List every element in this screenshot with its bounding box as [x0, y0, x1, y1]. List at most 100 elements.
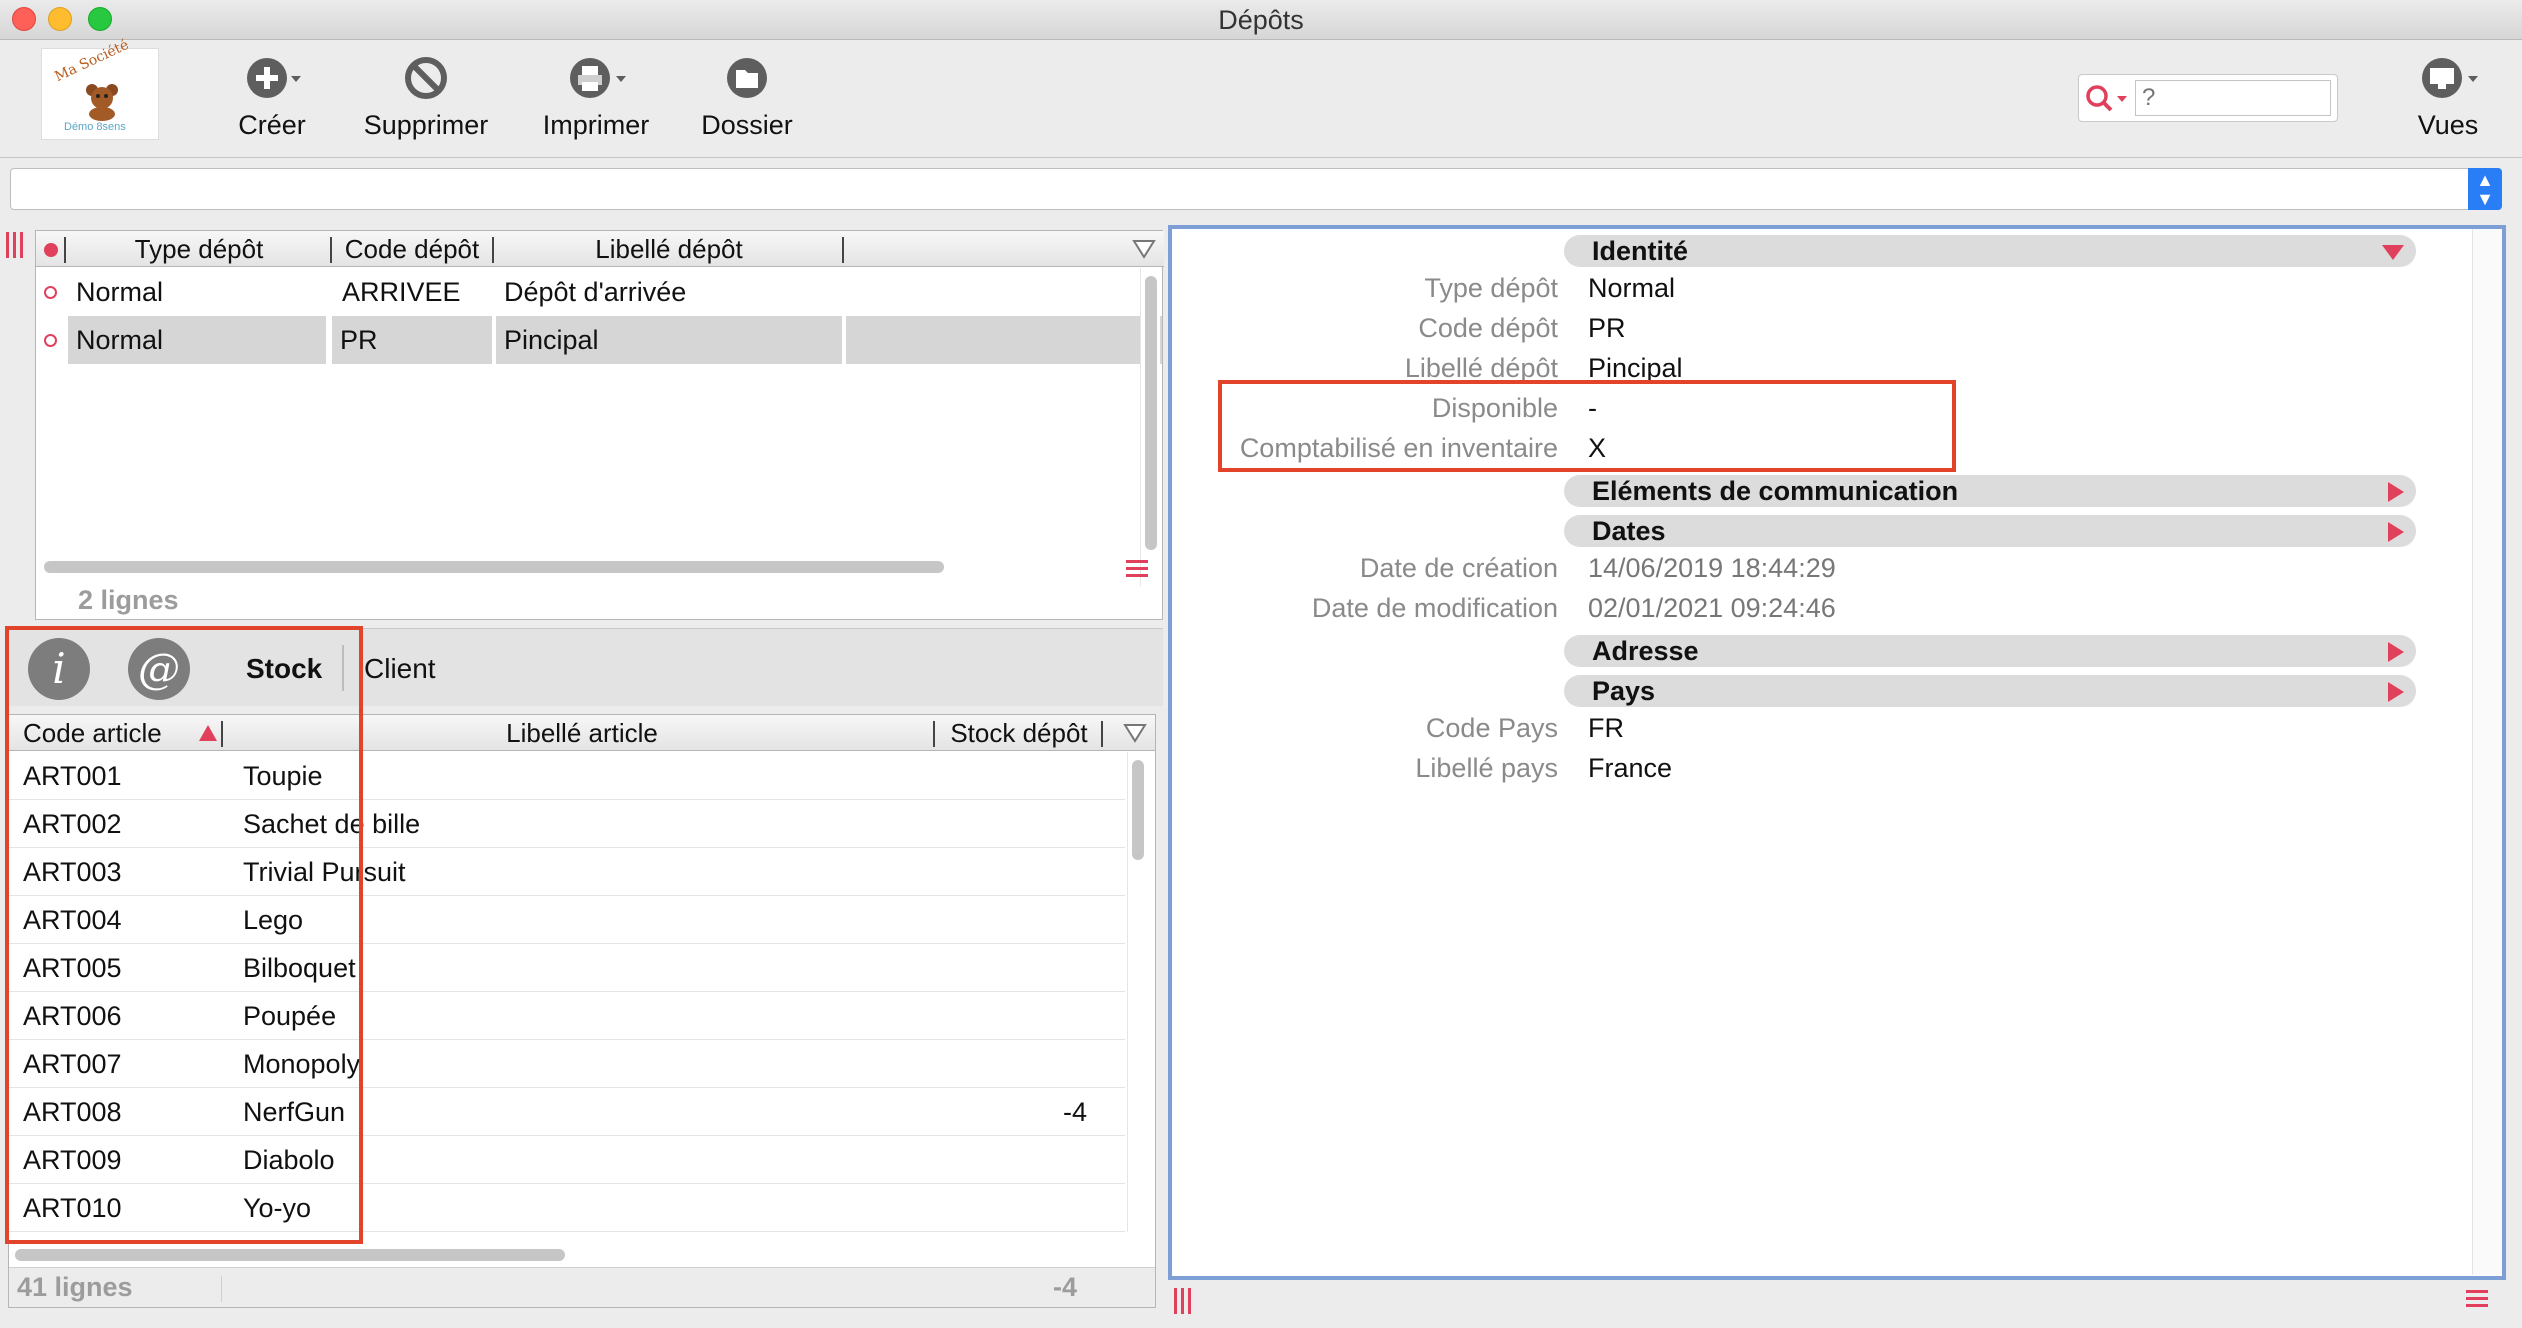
- delete-button[interactable]: Supprimer: [356, 48, 496, 141]
- create-button[interactable]: Créer: [230, 48, 314, 141]
- table-row[interactable]: ART004 Lego: [9, 896, 1125, 944]
- articles-footer: 41 lignes -4: [9, 1267, 1155, 1307]
- window-title: Dépôts: [1218, 5, 1304, 35]
- combo-stepper-icon[interactable]: ▲ ▼: [2468, 168, 2502, 210]
- at-sign-icon[interactable]: @: [128, 638, 190, 700]
- detail-scrollbar[interactable]: [2472, 229, 2502, 1275]
- expand-triangle-icon[interactable]: [2388, 682, 2404, 702]
- scroll-thumb[interactable]: [1145, 276, 1157, 550]
- row-code-article: ART003: [23, 857, 122, 887]
- filter-combo[interactable]: ▲ ▼: [10, 168, 2502, 210]
- column-menu-icon[interactable]: [1132, 239, 1156, 259]
- vertical-scrollbar[interactable]: [1127, 752, 1147, 1232]
- row-code: ARRIVEE: [342, 277, 461, 307]
- column-libelle-article[interactable]: Libellé article: [225, 715, 939, 751]
- field-label: Libellé pays: [1415, 753, 1558, 783]
- sort-ascending-icon: [199, 725, 217, 741]
- field-disponible[interactable]: -: [1588, 393, 1597, 424]
- table-row[interactable]: ART009 Diabolo: [9, 1136, 1125, 1184]
- row-libelle-article: Poupée: [243, 1001, 337, 1031]
- depots-row-count: 2 lignes: [78, 585, 179, 615]
- detail-pane-handle[interactable]: [1174, 1288, 1195, 1319]
- table-row[interactable]: ART008 NerfGun -4: [9, 1088, 1125, 1136]
- scroll-thumb[interactable]: [1132, 760, 1144, 860]
- tab-divider: [342, 645, 344, 691]
- row-stock-depot: [937, 752, 1101, 800]
- detail-menu-icon[interactable]: [2466, 1290, 2488, 1311]
- table-row[interactable]: ART007 Monopoly: [9, 1040, 1125, 1088]
- field-label: Type dépôt: [1424, 273, 1558, 303]
- horizontal-scrollbar[interactable]: [15, 1249, 565, 1261]
- column-code-article[interactable]: Code article: [15, 715, 205, 751]
- expand-triangle-icon[interactable]: [2388, 642, 2404, 662]
- print-button[interactable]: Imprimer: [536, 48, 656, 141]
- field-libelle-depot[interactable]: Pincipal: [1588, 353, 1683, 384]
- section-title: Eléments de communication: [1592, 476, 1959, 506]
- field-libelle-pays[interactable]: France: [1588, 753, 1672, 784]
- search-input[interactable]: [2135, 80, 2331, 116]
- create-label: Créer: [238, 110, 306, 140]
- section-identite[interactable]: Identité: [1564, 235, 2416, 267]
- table-row[interactable]: ART002 Sachet de bille: [9, 800, 1125, 848]
- tab-stock[interactable]: Stock: [246, 653, 322, 685]
- articles-table-header: Code article Libellé article Stock dépôt: [9, 715, 1155, 751]
- column-libelle-depot[interactable]: Libellé dépôt: [496, 231, 842, 267]
- field-label: Date de création: [1359, 553, 1558, 583]
- search-icon[interactable]: [2083, 83, 2131, 115]
- row-code-article: ART001: [23, 761, 122, 791]
- status-dot-icon: [44, 243, 58, 257]
- field-code-depot[interactable]: PR: [1588, 313, 1626, 344]
- views-button[interactable]: Vues: [2410, 48, 2486, 141]
- collapse-triangle-icon[interactable]: [2382, 245, 2404, 260]
- column-code-depot[interactable]: Code dépôt: [334, 231, 490, 267]
- folder-button[interactable]: Dossier: [698, 48, 796, 141]
- row-code-article: ART009: [23, 1145, 122, 1175]
- table-row[interactable]: ART010 Yo-yo: [9, 1184, 1125, 1232]
- column-menu-icon[interactable]: [1123, 723, 1147, 743]
- list-menu-icon[interactable]: [1126, 560, 1148, 581]
- section-adresse[interactable]: Adresse: [1564, 635, 2416, 667]
- row-code-article: ART006: [23, 1001, 122, 1031]
- table-row[interactable]: ART001 Toupie: [9, 752, 1125, 800]
- folder-label: Dossier: [701, 110, 793, 140]
- table-row[interactable]: ART006 Poupée: [9, 992, 1125, 1040]
- expand-triangle-icon[interactable]: [2388, 522, 2404, 542]
- row-stock-depot: [937, 896, 1101, 944]
- monitor-icon: [2422, 58, 2478, 98]
- field-label: Disponible: [1431, 393, 1558, 423]
- info-icon[interactable]: i: [28, 638, 90, 700]
- column-type-depot[interactable]: Type dépôt: [68, 231, 330, 267]
- section-communication[interactable]: Eléments de communication: [1564, 475, 2416, 507]
- section-dates[interactable]: Dates: [1564, 515, 2416, 547]
- detail-panel: Identité Type dépôt Normal Code dépôt PR…: [1168, 225, 2506, 1280]
- plus-circle-icon: [247, 58, 301, 98]
- row-label: Pincipal: [496, 316, 842, 364]
- section-title: Adresse: [1592, 636, 1699, 666]
- row-libelle-article: Diabolo: [243, 1145, 335, 1175]
- articles-row-count: 41 lignes: [17, 1272, 133, 1302]
- horizontal-scrollbar[interactable]: [44, 561, 944, 573]
- prohibited-icon: [405, 57, 447, 99]
- field-type-depot[interactable]: Normal: [1588, 273, 1675, 304]
- tab-client[interactable]: Client: [364, 653, 436, 685]
- field-code-pays[interactable]: FR: [1588, 713, 1624, 744]
- expand-triangle-icon[interactable]: [2388, 482, 2404, 502]
- row-libelle-article: Trivial Pursuit: [243, 857, 406, 887]
- vertical-scrollbar[interactable]: [1140, 268, 1160, 586]
- views-label: Vues: [2417, 110, 2479, 140]
- logo-text: Ma Société: [52, 36, 132, 86]
- logo-subtitle: Démo 8sens: [64, 121, 126, 133]
- section-pays[interactable]: Pays: [1564, 675, 2416, 707]
- table-row[interactable]: ART003 Trivial Pursuit: [9, 848, 1125, 896]
- field-comptabilise[interactable]: X: [1588, 433, 1606, 464]
- stock-total: -4: [1053, 1272, 1078, 1302]
- teddy-bear-icon: [86, 84, 118, 121]
- table-row[interactable]: Normal ARRIVEE Dépôt d'arrivée: [36, 268, 1126, 316]
- column-stock-depot[interactable]: Stock dépôt: [937, 715, 1101, 751]
- row-empty-cell: [846, 316, 1162, 364]
- section-title: Dates: [1592, 516, 1666, 546]
- table-row-selected[interactable]: Normal PR Pincipal: [36, 316, 1162, 364]
- left-pane-handle[interactable]: [6, 232, 27, 263]
- print-label: Imprimer: [542, 110, 650, 140]
- table-row[interactable]: ART005 Bilboquet: [9, 944, 1125, 992]
